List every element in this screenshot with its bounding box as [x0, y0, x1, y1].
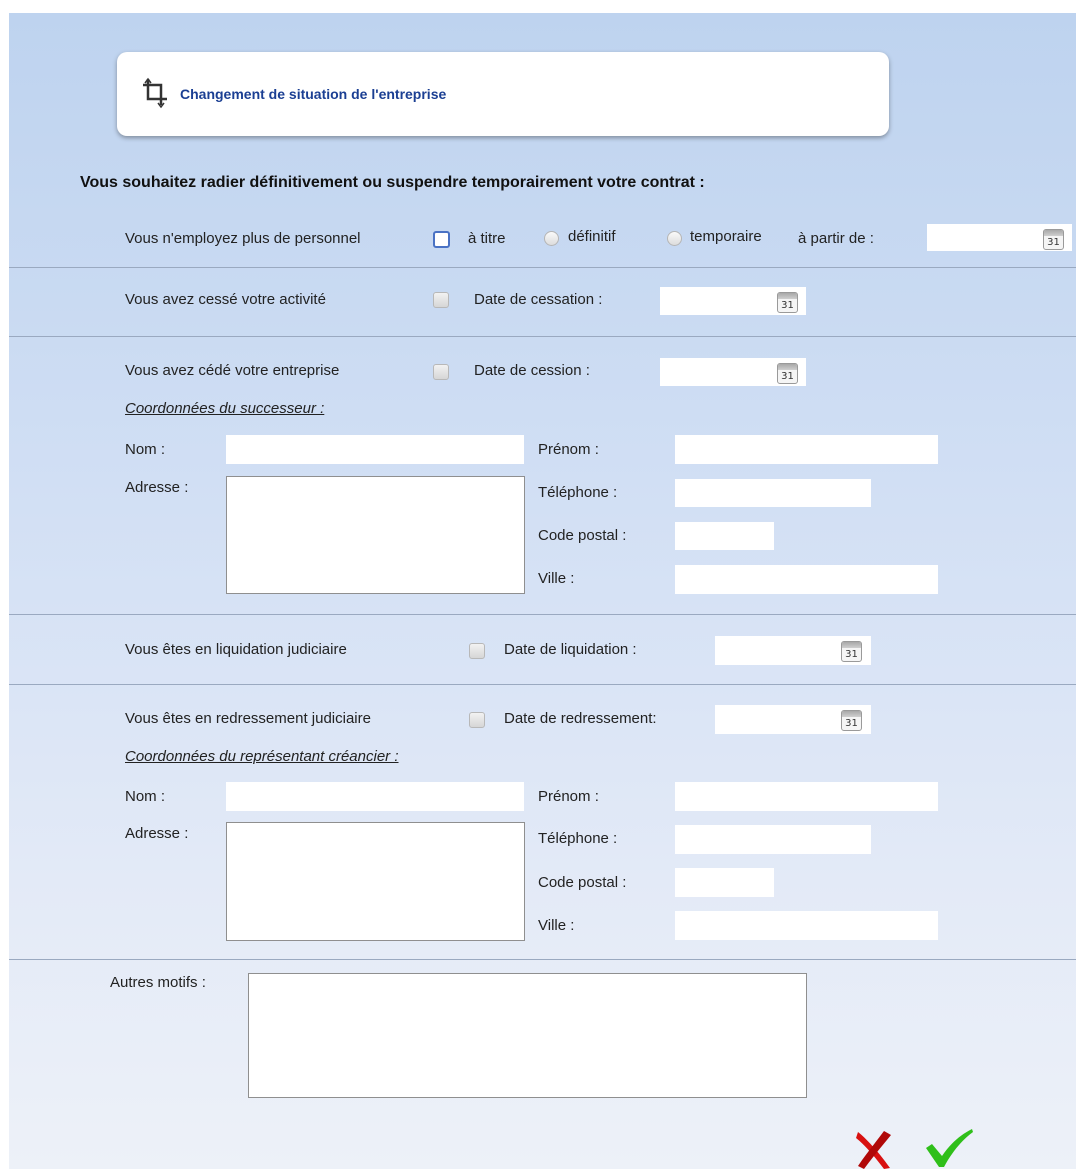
successor-prenom-field[interactable] — [675, 435, 938, 464]
successor-code-postal-field[interactable] — [675, 522, 774, 550]
main-question: Vous souhaitez radier définitivement ou … — [80, 174, 705, 191]
a-partir-de-label: à partir de : — [798, 230, 874, 247]
ceased-activity-label: Vous avez cessé votre activité — [125, 291, 326, 308]
successor-nom-label: Nom : — [125, 441, 166, 458]
calendar-icon[interactable]: 31 — [777, 292, 798, 313]
cession-date-label: Date de cession : — [474, 362, 590, 379]
successor-telephone-field[interactable] — [675, 479, 871, 507]
sold-business-label: Vous avez cédé votre entreprise — [125, 362, 340, 379]
creditor-telephone-field[interactable] — [675, 825, 871, 854]
liquidation-label: Vous êtes en liquidation judiciaire — [125, 641, 347, 658]
creditor-nom-field[interactable] — [226, 782, 524, 811]
creditor-ville-label: Ville : — [538, 917, 575, 934]
separator — [9, 959, 1076, 960]
no-staff-checkbox[interactable] — [433, 231, 450, 248]
creditor-prenom-label: Prénom : — [538, 788, 599, 805]
redressement-checkbox[interactable] — [469, 712, 485, 728]
a-titre-label: à titre — [468, 230, 506, 247]
sold-business-checkbox[interactable] — [433, 364, 449, 380]
other-reasons-label: Autres motifs : — [110, 974, 206, 991]
other-reasons-field[interactable] — [248, 973, 807, 1098]
liquidation-date-label: Date de liquidation : — [504, 641, 637, 658]
liquidation-checkbox[interactable] — [469, 643, 485, 659]
creditor-prenom-field[interactable] — [675, 782, 938, 811]
successor-nom-field[interactable] — [226, 435, 524, 464]
temporaire-radio[interactable] — [667, 231, 682, 246]
separator — [9, 336, 1076, 337]
successor-coords-title: Coordonnées du successeur : — [125, 400, 325, 417]
creditor-ville-field[interactable] — [675, 911, 938, 940]
header-card: Changement de situation de l'entreprise — [117, 52, 889, 136]
definitif-radio[interactable] — [544, 231, 559, 246]
red-x-icon[interactable] — [854, 1130, 894, 1169]
successor-ville-label: Ville : — [538, 570, 575, 587]
crop-icon — [143, 77, 167, 109]
calendar-icon[interactable]: 31 — [777, 363, 798, 384]
creditor-nom-label: Nom : — [125, 788, 166, 805]
definitif-label: définitif — [568, 228, 616, 245]
creditor-code-postal-label: Code postal : — [538, 874, 627, 891]
separator — [9, 684, 1076, 685]
successor-prenom-label: Prénom : — [538, 441, 599, 458]
calendar-icon[interactable]: 31 — [841, 641, 862, 662]
redressement-label: Vous êtes en redressement judiciaire — [125, 710, 371, 727]
calendar-icon[interactable]: 31 — [841, 710, 862, 731]
temporaire-label: temporaire — [690, 228, 762, 245]
form-panel: Changement de situation de l'entreprise … — [9, 13, 1076, 1169]
green-check-icon[interactable] — [924, 1128, 974, 1168]
successor-ville-field[interactable] — [675, 565, 938, 594]
creditor-adresse-label: Adresse : — [125, 825, 189, 842]
creditor-coords-title: Coordonnées du représentant créancier : — [125, 748, 399, 765]
ceased-activity-checkbox[interactable] — [433, 292, 449, 308]
successor-adresse-label: Adresse : — [125, 479, 189, 496]
creditor-adresse-field[interactable] — [226, 822, 525, 941]
successor-telephone-label: Téléphone : — [538, 484, 618, 501]
creditor-telephone-label: Téléphone : — [538, 830, 618, 847]
redressement-date-label: Date de redressement: — [504, 710, 657, 727]
successor-adresse-field[interactable] — [226, 476, 525, 594]
no-staff-label: Vous n'employez plus de personnel — [125, 230, 361, 247]
creditor-code-postal-field[interactable] — [675, 868, 774, 897]
calendar-icon[interactable]: 31 — [1043, 229, 1064, 250]
cessation-date-label: Date de cessation : — [474, 291, 603, 308]
separator — [9, 614, 1076, 615]
page-title: Changement de situation de l'entreprise — [180, 86, 447, 102]
successor-code-postal-label: Code postal : — [538, 527, 627, 544]
separator — [9, 267, 1076, 268]
